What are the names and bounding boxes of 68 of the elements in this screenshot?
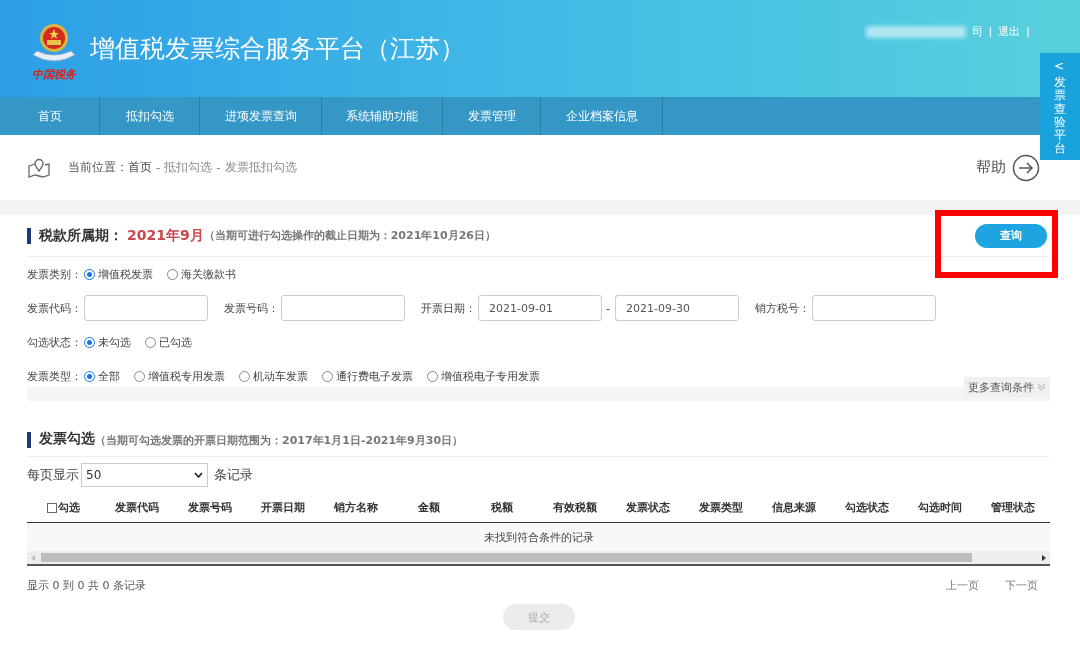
filter-label: 发票类型： (27, 368, 82, 384)
column-header: 发票类型 (698, 500, 745, 515)
separator: | (1026, 25, 1030, 38)
field-label: 销方税号： (755, 300, 810, 316)
column-header: 勾选时间 (917, 500, 964, 515)
horizontal-scrollbar[interactable] (27, 551, 1050, 566)
column-header: 金额 (416, 500, 441, 515)
input-field[interactable] (812, 295, 936, 321)
range-separator: - (606, 301, 610, 315)
column-header: 发票号码 (186, 500, 233, 515)
radio-option[interactable]: 增值税发票 (84, 266, 153, 282)
column-header: 勾选状态 (844, 500, 891, 515)
filter-label: 勾选状态： (27, 334, 82, 350)
arrow-circle-icon (1012, 153, 1040, 182)
radio-option[interactable]: 海关缴款书 (167, 266, 236, 282)
filter-label: 发票类别： (27, 266, 82, 282)
radio-option[interactable]: 未勾选 (84, 334, 131, 350)
column-header: 销方名称 (332, 500, 379, 515)
field-label: 发票号码： (224, 300, 279, 316)
prev-page-link[interactable]: 上一页 (946, 577, 979, 593)
chevron-down-icon (194, 472, 203, 478)
separator: | (988, 25, 993, 38)
field-label: 发票代码： (27, 300, 82, 316)
page-size-suffix: 条记录 (214, 466, 253, 484)
logo-caption: 中国税务 (32, 67, 76, 82)
scroll-right-icon[interactable] (1041, 554, 1047, 561)
breadcrumb-link[interactable]: 发票抵扣勾选 (224, 159, 297, 176)
more-conditions-button[interactable]: 更多查询条件 (964, 377, 1050, 397)
next-page-link[interactable]: 下一页 (1005, 577, 1038, 593)
empty-message: 未找到符合条件的记录 (483, 529, 594, 545)
radio-option[interactable]: 增值税专用发票 (134, 368, 225, 384)
column-header: 发票代码 (113, 500, 160, 515)
input-field[interactable] (84, 295, 208, 321)
column-header: 税额 (489, 500, 514, 515)
radio-option[interactable]: 全部 (84, 368, 120, 384)
chevron-down-icon (1037, 383, 1046, 391)
company-name: 司 (971, 24, 983, 39)
radio-option[interactable]: 已勾选 (145, 334, 192, 350)
input-field[interactable]: 2021-09-30 (615, 295, 739, 321)
breadcrumb-label: 当前位置： (68, 159, 128, 176)
field-label: 开票日期： (421, 300, 476, 316)
scroll-left-icon[interactable] (30, 554, 36, 561)
help-link[interactable]: 帮助 (976, 153, 1040, 182)
record-summary: 显示 0 到 0 共 0 条记录 (27, 577, 146, 593)
page-size-label: 每页显示 (27, 466, 79, 484)
radio-option[interactable]: 机动车发票 (239, 368, 308, 384)
column-header: 信息来源 (771, 500, 818, 515)
breadcrumb-separator: - (216, 160, 221, 175)
map-pin-icon (28, 157, 50, 178)
period-value: 2021年9月 (127, 226, 204, 245)
section-title: 发票勾选 (39, 430, 95, 448)
column-header: 发票状态 (625, 500, 672, 515)
column-header: 开票日期 (259, 500, 306, 515)
breadcrumb-link[interactable]: 抵扣勾选 (164, 159, 213, 176)
section-note: （当期可进行勾选操作的截止日期为：2021年10月26日） (203, 228, 496, 243)
input-field[interactable]: 2021-09-01 (478, 295, 602, 321)
column-header: 管理状态 (990, 500, 1037, 515)
platform-title: 增值税发票综合服务平台（江苏） (90, 33, 465, 65)
page-size-select[interactable]: 50 (81, 463, 208, 487)
section-title: 税款所属期： (39, 226, 123, 245)
select-all-checkbox[interactable]: 勾选 (27, 500, 101, 515)
radio-option[interactable]: 增值税电子专用发票 (427, 368, 540, 384)
radio-option[interactable]: 通行费电子发票 (322, 368, 413, 384)
column-header: 有效税额 (552, 500, 598, 515)
breadcrumb-separator: - (156, 160, 161, 175)
section-note: （当期可勾选发票的开票日期范围为：2017年1月1日-2021年9月30日） (95, 433, 464, 448)
breadcrumb-link[interactable]: 首页 (128, 159, 152, 176)
input-field[interactable] (281, 295, 405, 321)
